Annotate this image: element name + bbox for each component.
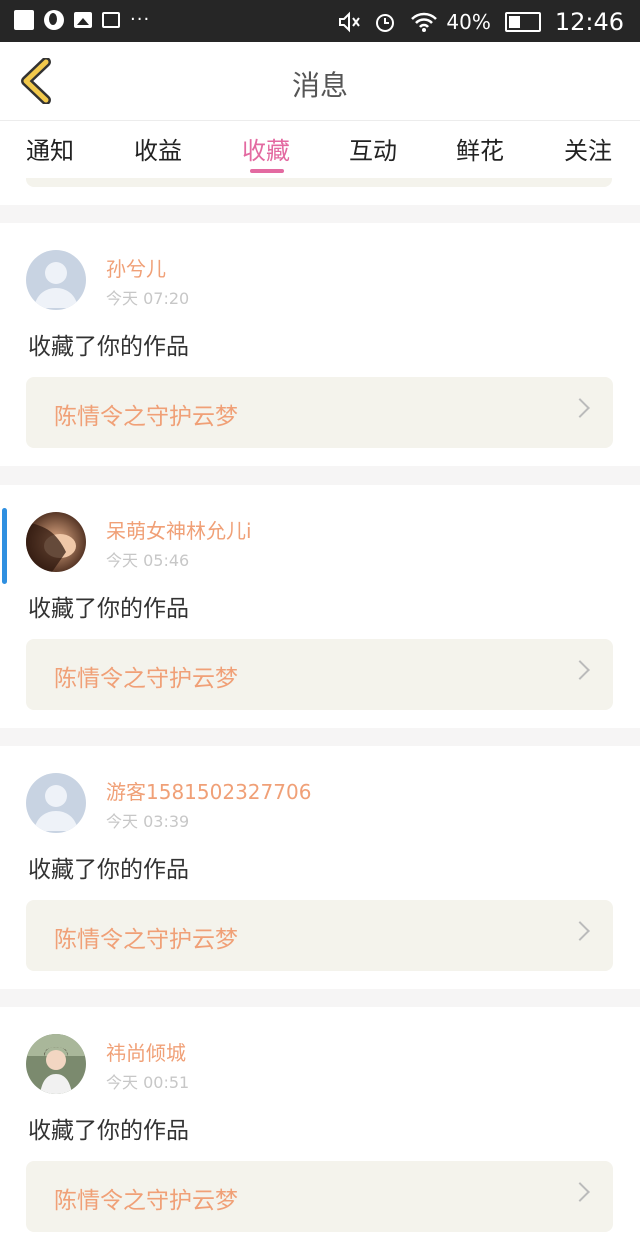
- globe-icon: [44, 10, 64, 30]
- message-card: 呆萌女神林允儿i 今天 05:46 收藏了你的作品陈情令之守护云梦: [0, 485, 640, 728]
- work-link[interactable]: 陈情令之守护云梦: [26, 639, 613, 710]
- notification-icon: [14, 10, 34, 30]
- status-bar: ··· 40% 12:46: [0, 0, 640, 42]
- work-link[interactable]: 陈情令之守护云梦: [26, 1161, 613, 1232]
- page-title: 消息: [291, 69, 348, 102]
- tab-notifications[interactable]: 通知: [26, 131, 74, 166]
- timestamp: 今天 05:46: [106, 551, 190, 570]
- mute-icon: [338, 11, 361, 33]
- previous-work-link-edge: [26, 178, 612, 187]
- mail-icon: [102, 12, 120, 28]
- chevron-right-icon: [570, 398, 590, 418]
- work-link[interactable]: 陈情令之守护云梦: [26, 377, 613, 448]
- work-link[interactable]: 陈情令之守护云梦: [26, 900, 613, 971]
- active-tab-indicator: [250, 169, 284, 173]
- user-name[interactable]: 祎尚倾城: [106, 1037, 186, 1066]
- action-text: 收藏了你的作品: [28, 596, 189, 622]
- avatar[interactable]: [26, 512, 86, 572]
- chevron-right-icon: [570, 921, 590, 941]
- tab-earnings[interactable]: 收益: [134, 131, 182, 166]
- user-name[interactable]: 孙兮儿: [106, 253, 166, 282]
- tab-bar: 通知 收益 收藏 互动 鲜花 关注: [0, 121, 640, 185]
- action-text: 收藏了你的作品: [28, 1118, 189, 1144]
- message-card: 孙兮儿今天 07:20 收藏了你的作品陈情令之守护云梦: [0, 223, 640, 466]
- more-dots-icon: ···: [130, 9, 151, 30]
- avatar[interactable]: [26, 1034, 86, 1094]
- work-title: 陈情令之守护云梦: [54, 1188, 238, 1214]
- chevron-right-icon: [570, 660, 590, 680]
- battery-icon: [504, 12, 541, 32]
- chevron-right-icon: [570, 1182, 590, 1202]
- image-icon: [74, 12, 92, 28]
- timestamp: 今天 00:51: [106, 1073, 190, 1092]
- clock: 12:46: [554, 8, 624, 36]
- header: 消息: [0, 42, 640, 121]
- work-title: 陈情令之守护云梦: [54, 404, 238, 430]
- timestamp: 今天 03:39: [106, 812, 190, 831]
- alarm-icon: [374, 11, 396, 33]
- tab-flowers[interactable]: 鲜花: [456, 131, 504, 166]
- tab-follows[interactable]: 关注: [564, 131, 612, 166]
- tab-interactions[interactable]: 互动: [349, 131, 397, 166]
- message-card: 游客1581502327706 今天 03:39 收藏了你的作品陈情令之守护云梦: [0, 746, 640, 989]
- user-name[interactable]: 游客1581502327706: [106, 776, 311, 805]
- list-top-spacer: [0, 185, 640, 205]
- message-card: 祎尚倾城今天 00:51 收藏了你的作品陈情令之守护云梦: [0, 1007, 640, 1250]
- battery-percent: 40%: [446, 10, 491, 34]
- action-text: 收藏了你的作品: [28, 334, 189, 360]
- avatar[interactable]: [26, 773, 86, 833]
- tab-favorites[interactable]: 收藏: [242, 131, 290, 166]
- wifi-icon: [410, 11, 438, 33]
- avatar[interactable]: [26, 250, 86, 310]
- timestamp: 今天 07:20: [106, 289, 190, 308]
- scroll-indicator: [2, 508, 7, 584]
- action-text: 收藏了你的作品: [28, 857, 189, 883]
- user-name[interactable]: 呆萌女神林允儿i: [106, 515, 252, 544]
- work-title: 陈情令之守护云梦: [54, 927, 238, 953]
- work-title: 陈情令之守护云梦: [54, 666, 238, 692]
